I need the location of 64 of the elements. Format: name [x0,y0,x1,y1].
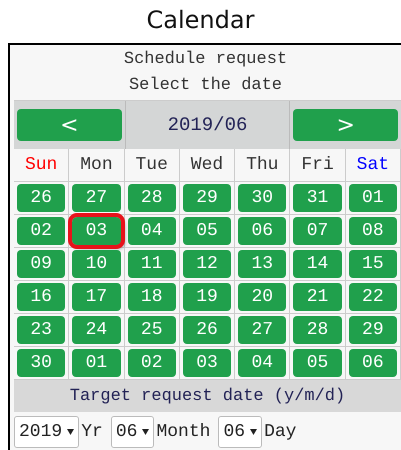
day-button[interactable]: 27 [72,184,121,212]
header-text: Select the date [128,74,282,96]
weekday-label: Mon [69,149,125,182]
day-button[interactable]: 26 [182,316,232,344]
caret-icon [250,429,258,435]
weekday-label: Thu [235,149,290,182]
day-button[interactable]: 16 [17,283,66,311]
day-button[interactable]: 26 [17,184,66,212]
caret-icon [142,429,150,435]
header-text: Schedule request [124,48,288,70]
day-button[interactable]: 14 [293,250,342,278]
day-button[interactable]: 02 [17,217,66,245]
day-button[interactable]: 05 [293,349,342,377]
unit-label: Day [264,422,296,442]
day-button[interactable]: 31 [293,184,342,212]
date-dropdown[interactable]: 06 [110,416,154,448]
day-button[interactable]: 08 [348,217,397,245]
unit-label: Yr [81,422,103,442]
unit-label: Month [156,422,210,442]
day-button[interactable]: 17 [72,283,121,311]
day-button[interactable]: 23 [17,316,66,344]
day-button[interactable]: 12 [182,250,232,278]
day-button[interactable]: 25 [128,316,176,344]
day-button[interactable]: 10 [72,250,121,278]
day-button[interactable]: 21 [293,283,342,311]
day-button[interactable]: 27 [238,316,286,344]
day-button[interactable]: 03 [72,217,121,245]
day-button[interactable]: 09 [17,250,66,278]
day-button[interactable]: 01 [72,349,121,377]
day-button[interactable]: 24 [72,316,121,344]
day-button[interactable]: 01 [348,184,397,212]
day-button[interactable]: 20 [238,283,286,311]
day-button[interactable]: 11 [128,250,176,278]
day-button[interactable]: 04 [238,349,286,377]
next-month-button[interactable]: > [293,109,398,141]
day-button[interactable]: 18 [128,283,176,311]
day-button[interactable]: 22 [348,283,397,311]
weekday-label: Tue [124,149,180,182]
day-button[interactable]: 13 [238,250,286,278]
day-button[interactable]: 30 [238,184,286,212]
day-button[interactable]: 03 [182,349,232,377]
day-button[interactable]: 04 [128,217,176,245]
day-button[interactable]: 15 [348,250,397,278]
day-button[interactable]: 28 [293,316,342,344]
day-button[interactable]: 30 [17,349,66,377]
weekday-label: Wed [180,149,236,182]
page-title: Calendar [146,5,256,36]
day-button[interactable]: 29 [182,184,232,212]
caret-icon [67,429,74,435]
target-date-label: Target request date (y/m/d) [14,380,401,412]
day-button[interactable]: 05 [182,217,232,245]
day-button[interactable]: 06 [238,217,286,245]
weekday-label: Sun [14,149,70,182]
day-button[interactable]: 19 [182,283,232,311]
date-dropdown[interactable]: 2019 [14,416,80,448]
date-dropdown[interactable]: 06 [218,416,262,448]
weekday-label: Fri [290,149,346,182]
day-button[interactable]: 07 [293,217,342,245]
day-button[interactable]: 02 [128,349,176,377]
previous-month-button[interactable]: < [17,109,122,141]
weekday-label: Sat [346,149,401,182]
day-button[interactable]: 29 [348,316,397,344]
day-button[interactable]: 28 [128,184,176,212]
day-button[interactable]: 06 [348,349,397,377]
